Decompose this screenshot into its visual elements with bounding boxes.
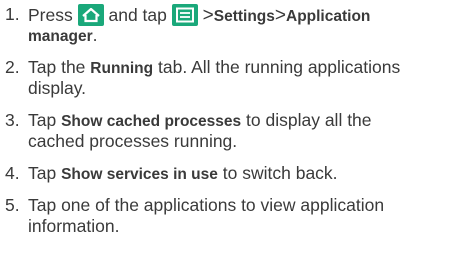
step-number: 2.	[5, 57, 20, 77]
step-text: Tap one of the applications to view appl…	[28, 195, 385, 215]
step-number: 4.	[5, 163, 20, 183]
step-text: to display all the	[246, 110, 372, 130]
instruction-list: 1. Press and tap >Settings>Application m…	[0, 0, 473, 262]
step-text: cached processes running.	[28, 131, 238, 151]
step-text: to switch back.	[222, 163, 338, 183]
separator: >	[202, 5, 214, 26]
step-text: Tap	[28, 110, 57, 130]
step-text: and tap	[108, 5, 167, 25]
settings-label: Settings	[213, 8, 275, 25]
step-text: Press	[28, 5, 73, 25]
step-number: 5.	[5, 195, 20, 215]
step-text: Tap	[28, 163, 57, 183]
home-icon	[77, 4, 104, 26]
step-text: display.	[28, 78, 87, 98]
running-label: Running	[90, 60, 154, 77]
manager-label: manager	[28, 28, 93, 45]
separator: >	[274, 5, 286, 26]
step-text: .	[92, 25, 98, 45]
application-label: Application	[286, 8, 371, 25]
step-number: 1.	[5, 4, 20, 24]
step-text: tab. All the running applications	[158, 57, 401, 77]
step-number: 3.	[5, 110, 20, 130]
step-text: information.	[28, 216, 120, 236]
show-services-label: Show services in use	[61, 166, 218, 183]
step-text: Tap the	[28, 57, 86, 77]
menu-icon	[171, 4, 198, 26]
show-cached-processes-label: Show cached processes	[61, 113, 242, 130]
